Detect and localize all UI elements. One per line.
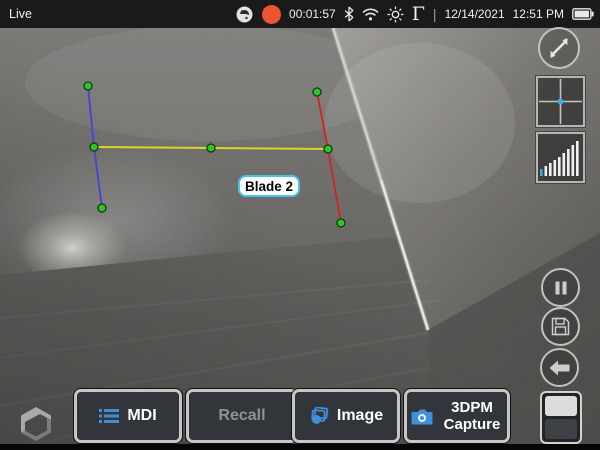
steering-control-button[interactable] [536, 76, 585, 127]
palette-icon [235, 5, 254, 24]
brightness-gain-button[interactable] [536, 132, 585, 183]
save-button[interactable] [541, 307, 580, 346]
bluetooth-icon [344, 6, 354, 22]
blade-annotation-label[interactable]: Blade 2 [238, 175, 300, 197]
floppy-save-icon [551, 317, 570, 336]
recall-softkey-button[interactable]: Recall [186, 389, 298, 443]
recording-timer: 00:01:57 [289, 7, 336, 21]
mdi-label: MDI [127, 407, 156, 425]
status-separator: | [433, 6, 437, 22]
brightness-icon [387, 6, 404, 23]
record-indicator-icon [262, 5, 281, 24]
3dpm-capture-softkey-button[interactable]: 3DPM Capture [404, 389, 510, 443]
fullscreen-expand-button[interactable] [538, 27, 580, 69]
level-bars-icon [539, 136, 582, 179]
3dpm-capture-label: 3DPM Capture [441, 399, 503, 434]
expand-arrows-icon [547, 36, 571, 60]
mdi-softkey-button[interactable]: MDI [74, 389, 182, 443]
borescope-image [0, 28, 600, 444]
mdi-list-icon [99, 408, 119, 424]
status-bar: Live 00:01:57 [0, 0, 600, 28]
toggle-top-half [545, 396, 577, 416]
toggle-bottom-half [545, 419, 577, 439]
back-button[interactable] [540, 348, 579, 387]
time-display: 12:51 PM [513, 7, 564, 21]
live-indicator-label: Live [6, 7, 32, 21]
image-label: Image [337, 407, 383, 425]
crosshair-icon [539, 79, 582, 124]
wifi-icon [362, 8, 379, 21]
image-softkey-button[interactable]: Image [292, 389, 400, 443]
recall-label: Recall [218, 407, 265, 425]
pause-button[interactable] [541, 268, 580, 307]
gamma-correction-icon: Γ [412, 5, 425, 24]
camera-icon [411, 408, 433, 425]
borescope-screen: Blade 2 Live 00:01:57 [0, 0, 600, 450]
softkey-page-toggle-button[interactable] [540, 391, 582, 444]
pause-icon [553, 280, 569, 296]
bottom-letterbox [0, 444, 600, 450]
back-arrow-icon [549, 360, 570, 376]
waygate-logo [15, 405, 57, 443]
image-stack-icon [309, 407, 329, 425]
battery-icon [572, 8, 594, 20]
date-display: 12/14/2021 [445, 7, 505, 21]
